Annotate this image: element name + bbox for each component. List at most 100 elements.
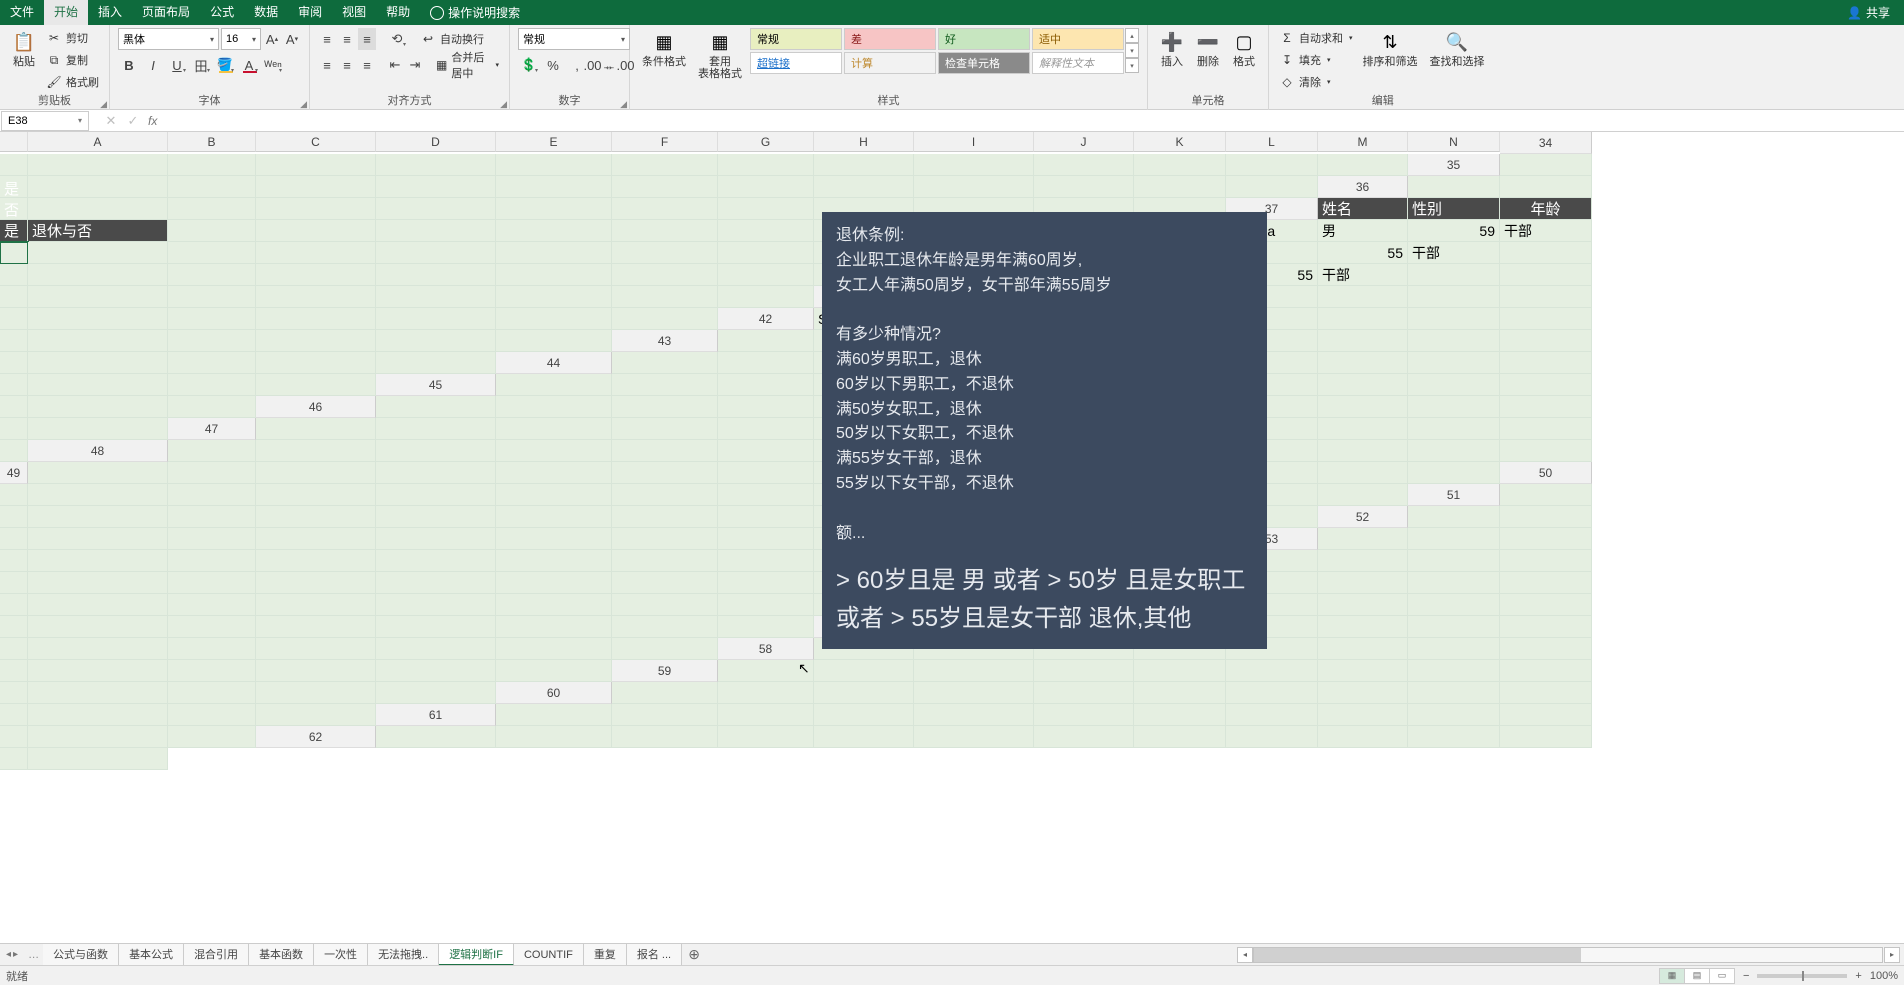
cell-E48[interactable] (612, 440, 718, 462)
cell-N59[interactable] (376, 682, 496, 704)
cell-H36[interactable] (496, 198, 612, 220)
cell-D37[interactable]: 是否是干部 (0, 220, 28, 242)
cell-J54[interactable] (496, 572, 612, 594)
cell-J39[interactable] (376, 264, 496, 286)
tab-overflow-left[interactable]: … (24, 949, 43, 961)
cell-H55[interactable] (168, 594, 256, 616)
row-header-62[interactable]: 62 (256, 726, 376, 748)
row-header-51[interactable]: 51 (1408, 484, 1500, 506)
delete-cells-button[interactable]: ➖删除 (1192, 28, 1224, 70)
cell-E34[interactable] (376, 154, 496, 176)
cell-N57[interactable] (612, 638, 718, 660)
cell-D36[interactable] (28, 198, 168, 220)
new-sheet-button[interactable]: ⊕ (682, 946, 706, 963)
cell-M34[interactable] (1226, 154, 1318, 176)
cell-L62[interactable] (1500, 726, 1592, 748)
cell-L54[interactable] (718, 572, 814, 594)
cell-D38[interactable]: 干部 (1500, 220, 1592, 242)
font-name-combo[interactable]: 黑体▾ (118, 28, 219, 50)
cell-M44[interactable] (168, 374, 256, 396)
clear-button[interactable]: ◇清除▾ (1277, 72, 1355, 92)
cell-F40[interactable] (1500, 264, 1592, 286)
cell-I60[interactable] (1408, 682, 1500, 704)
cell-H40[interactable] (28, 286, 168, 308)
cell-J45[interactable] (1408, 374, 1500, 396)
phonetic-button[interactable]: ᵂᵉⁿ▾ (262, 54, 284, 76)
cell-style-差[interactable]: 差 (844, 28, 936, 50)
orientation-button[interactable]: ⟲▾ (386, 28, 408, 50)
painter-button[interactable]: 🖌格式刷 (44, 72, 101, 92)
cell-J36[interactable] (718, 198, 814, 220)
cell-G54[interactable] (168, 572, 256, 594)
cell-G42[interactable] (1408, 308, 1500, 330)
cell-J62[interactable] (1318, 726, 1408, 748)
cell-H44[interactable] (1318, 352, 1408, 374)
cell-N45[interactable] (168, 396, 256, 418)
cell-K61[interactable] (1500, 704, 1592, 726)
cell-N41[interactable] (612, 308, 718, 330)
cell-C37[interactable]: 年龄 (1500, 198, 1592, 220)
menu-tab-页面布局[interactable]: 页面布局 (132, 0, 200, 25)
column-header-K[interactable]: K (1134, 132, 1226, 152)
cell-C62[interactable] (612, 726, 718, 748)
cell-B54[interactable] (1318, 550, 1408, 572)
cell-E62[interactable] (814, 726, 914, 748)
cell-C52[interactable] (0, 528, 28, 550)
cell-N58[interactable] (496, 660, 612, 682)
cell-B44[interactable] (718, 352, 814, 374)
cell-D55[interactable] (1408, 572, 1500, 594)
cell-D56[interactable] (1318, 594, 1408, 616)
scroll-left-button[interactable]: ◂ (1237, 947, 1253, 963)
cell-D60[interactable] (914, 682, 1034, 704)
menu-tab-帮助[interactable]: 帮助 (376, 0, 420, 25)
cell-style-检查单元格[interactable]: 检查单元格 (938, 52, 1030, 74)
dialog-launcher-icon[interactable]: ◢ (620, 99, 627, 110)
cell-A48[interactable] (168, 440, 256, 462)
align-bottom-button[interactable]: ≡ (358, 28, 376, 50)
cell-C50[interactable] (168, 484, 256, 506)
copy-button[interactable]: ⧉复制 (44, 50, 101, 70)
column-header-B[interactable]: B (168, 132, 256, 152)
cell-J57[interactable] (168, 638, 256, 660)
increase-font-button[interactable]: A▴ (263, 28, 281, 50)
cell-C38[interactable]: 59 (1408, 220, 1500, 242)
cell-L58[interactable] (256, 660, 376, 682)
cell-M60[interactable] (168, 704, 256, 726)
cell-L35[interactable] (1034, 176, 1134, 198)
cell-A52[interactable] (1408, 506, 1500, 528)
cell-C45[interactable] (718, 374, 814, 396)
cell-L56[interactable] (496, 616, 612, 638)
cell-K35[interactable] (914, 176, 1034, 198)
cell-M58[interactable] (376, 660, 496, 682)
cell-G56[interactable] (0, 616, 28, 638)
column-header-E[interactable]: E (496, 132, 612, 152)
cell-F50[interactable] (496, 484, 612, 506)
cell-H52[interactable] (496, 528, 612, 550)
cell-J58[interactable] (28, 660, 168, 682)
cell-M57[interactable] (496, 638, 612, 660)
row-header-35[interactable]: 35 (1408, 154, 1500, 176)
cell-J52[interactable] (718, 528, 814, 550)
cell-H57[interactable] (0, 638, 28, 660)
cell-K38[interactable] (612, 242, 718, 264)
cell-N40[interactable] (718, 286, 814, 308)
cell-A60[interactable] (612, 682, 718, 704)
cell-I41[interactable] (28, 308, 168, 330)
cell-G39[interactable] (28, 264, 168, 286)
menu-tab-视图[interactable]: 视图 (332, 0, 376, 25)
cell-E53[interactable] (28, 550, 168, 572)
cell-K56[interactable] (376, 616, 496, 638)
cell-N56[interactable] (718, 616, 814, 638)
cell-N46[interactable] (28, 418, 168, 440)
cell-D48[interactable] (496, 440, 612, 462)
cell-D52[interactable] (28, 528, 168, 550)
cell-C59[interactable] (914, 660, 1034, 682)
sheet-tab-混合引用[interactable]: 混合引用 (184, 944, 249, 966)
cell-H50[interactable] (718, 484, 814, 506)
cell-I54[interactable] (376, 572, 496, 594)
sort-filter-button[interactable]: ⇅排序和筛选 (1359, 28, 1422, 70)
cell-J41[interactable] (168, 308, 256, 330)
column-header-N[interactable]: N (1408, 132, 1500, 152)
cell-L44[interactable] (28, 374, 168, 396)
row-header-45[interactable]: 45 (376, 374, 496, 396)
